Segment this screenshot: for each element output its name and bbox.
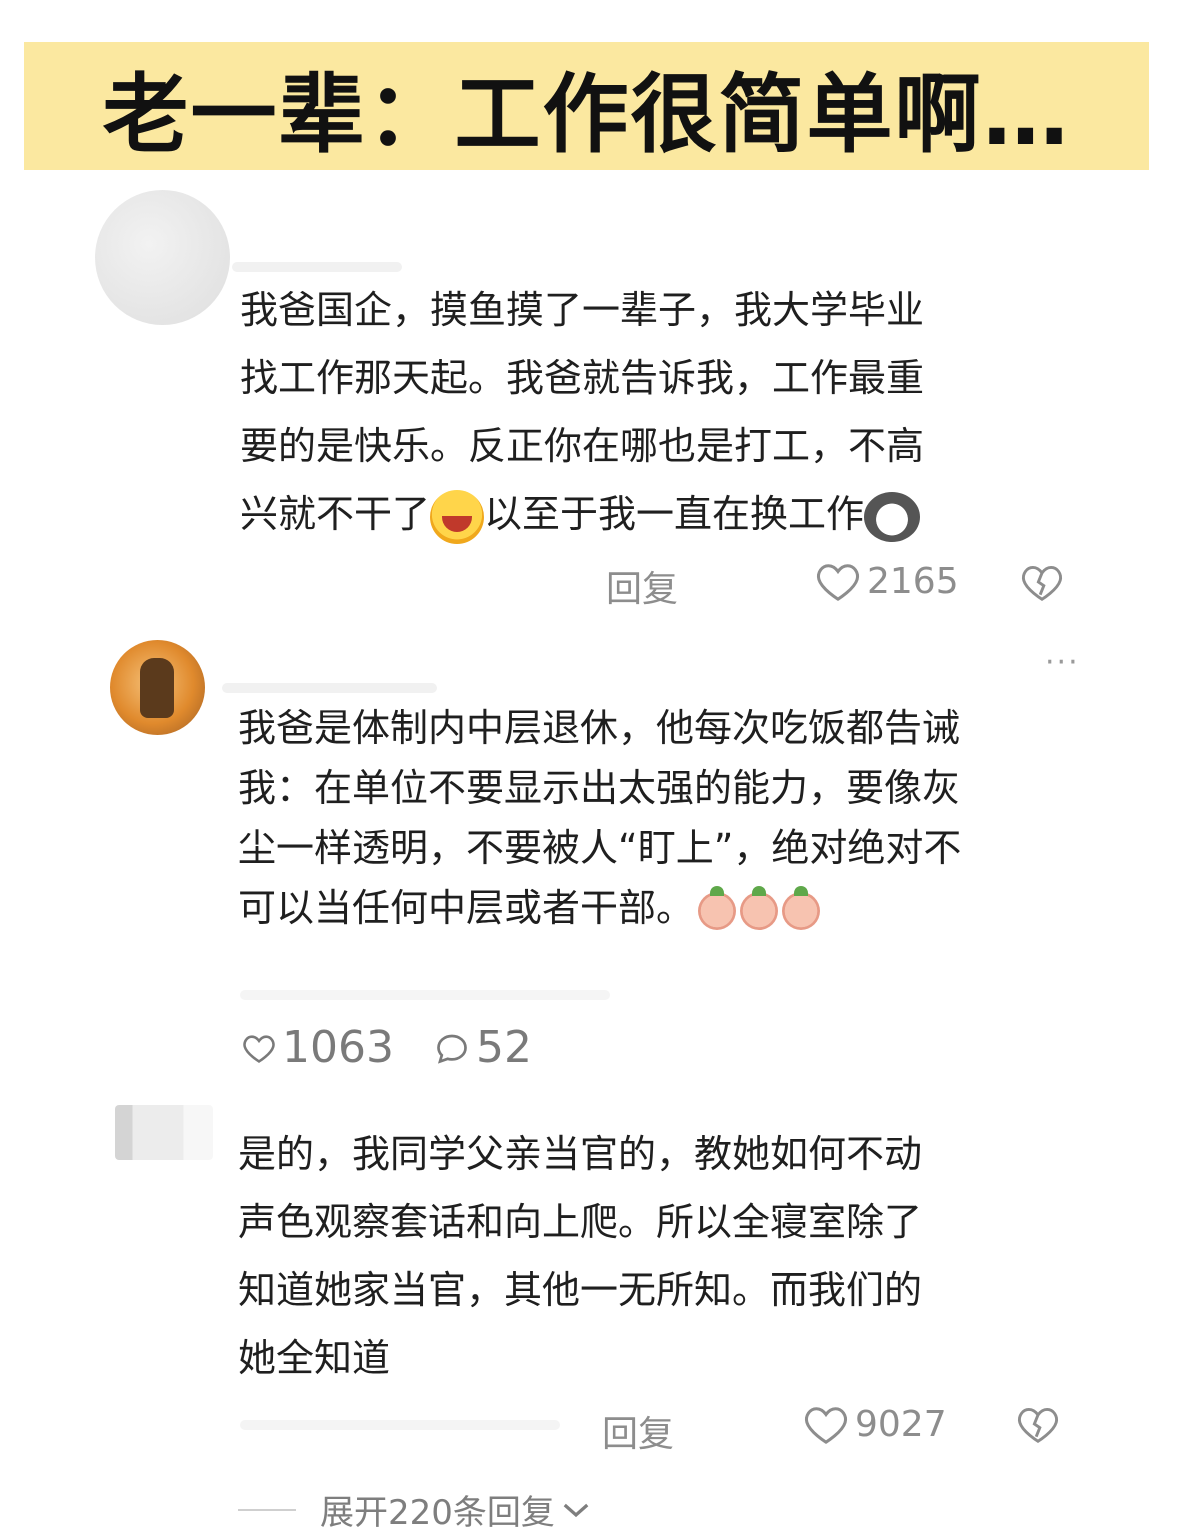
more-options-icon[interactable]: ···: [1045, 645, 1080, 680]
heart-outline-icon: [242, 1032, 276, 1064]
expand-replies-label: 展开220条回复: [320, 1493, 555, 1533]
crying-face-emoji-icon: [698, 885, 737, 930]
comment-actions: 回复: [606, 560, 678, 612]
comment-text-part: 我爸是体制内中层退休，他每次吃饭都告诫 我：在单位不要显示出太强的能力，要像灰 …: [238, 706, 962, 930]
avatar[interactable]: [115, 1105, 213, 1160]
comment-text: 是的，我同学父亲当官的，教她如何不动 声色观察套话和向上爬。所以全寝室除了 知道…: [238, 1132, 923, 1380]
comment-actions: 回复: [602, 1405, 674, 1457]
wolf-emoji-icon: [864, 491, 921, 542]
reply-button[interactable]: 回复: [606, 560, 678, 612]
like-stat[interactable]: 1063: [242, 1022, 394, 1073]
comment-text: 我爸国企，摸鱼摸了一辈子，我大学毕业 找工作那天起。我爸就告诉我，工作最重 要的…: [240, 276, 1060, 548]
reply-button[interactable]: 回复: [602, 1405, 674, 1457]
heart-outline-icon[interactable]: [803, 1403, 849, 1445]
divider: [238, 1508, 296, 1511]
crying-face-emoji-icon: [782, 885, 821, 930]
comment-text-part: 以至于我一直在换工作: [484, 492, 865, 536]
heart-outline-icon[interactable]: [815, 560, 861, 602]
dislike-action: [1016, 1404, 1060, 1444]
username-blurred[interactable]: [232, 262, 402, 272]
comment-text: 我爸是体制内中层退休，他每次吃饭都告诫 我：在单位不要显示出太强的能力，要像灰 …: [238, 698, 1078, 938]
broken-heart-icon[interactable]: [1016, 1404, 1060, 1444]
broken-heart-icon[interactable]: [1020, 562, 1064, 602]
username-blurred[interactable]: [222, 683, 437, 693]
avatar[interactable]: [110, 640, 205, 735]
expand-replies[interactable]: 展开220条回复: [238, 1485, 591, 1534]
comment-stat[interactable]: 52: [434, 1022, 532, 1073]
chevron-down-icon: [561, 1500, 591, 1520]
avatar-figure: [140, 658, 174, 718]
crying-face-emoji-icon: [740, 885, 779, 930]
like-action: 9027: [803, 1403, 947, 1445]
like-count: 2165: [867, 560, 959, 602]
timestamp-blurred: [240, 1420, 560, 1430]
comment-bubble-icon: [434, 1031, 470, 1065]
like-count: 1063: [282, 1022, 394, 1073]
stats-row: 1063 52: [242, 1022, 532, 1073]
avatar[interactable]: [95, 190, 230, 325]
laughing-crying-emoji-icon: [430, 489, 485, 544]
dislike-action: [1020, 562, 1064, 602]
banner-title: 老一辈：工作很简单啊…: [102, 64, 1071, 165]
like-count: 9027: [855, 1403, 947, 1445]
title-banner: 老一辈：工作很简单啊…: [24, 42, 1149, 170]
timestamp-blurred: [240, 990, 610, 1000]
like-action: 2165: [815, 560, 959, 602]
comment-count: 52: [475, 1022, 532, 1073]
